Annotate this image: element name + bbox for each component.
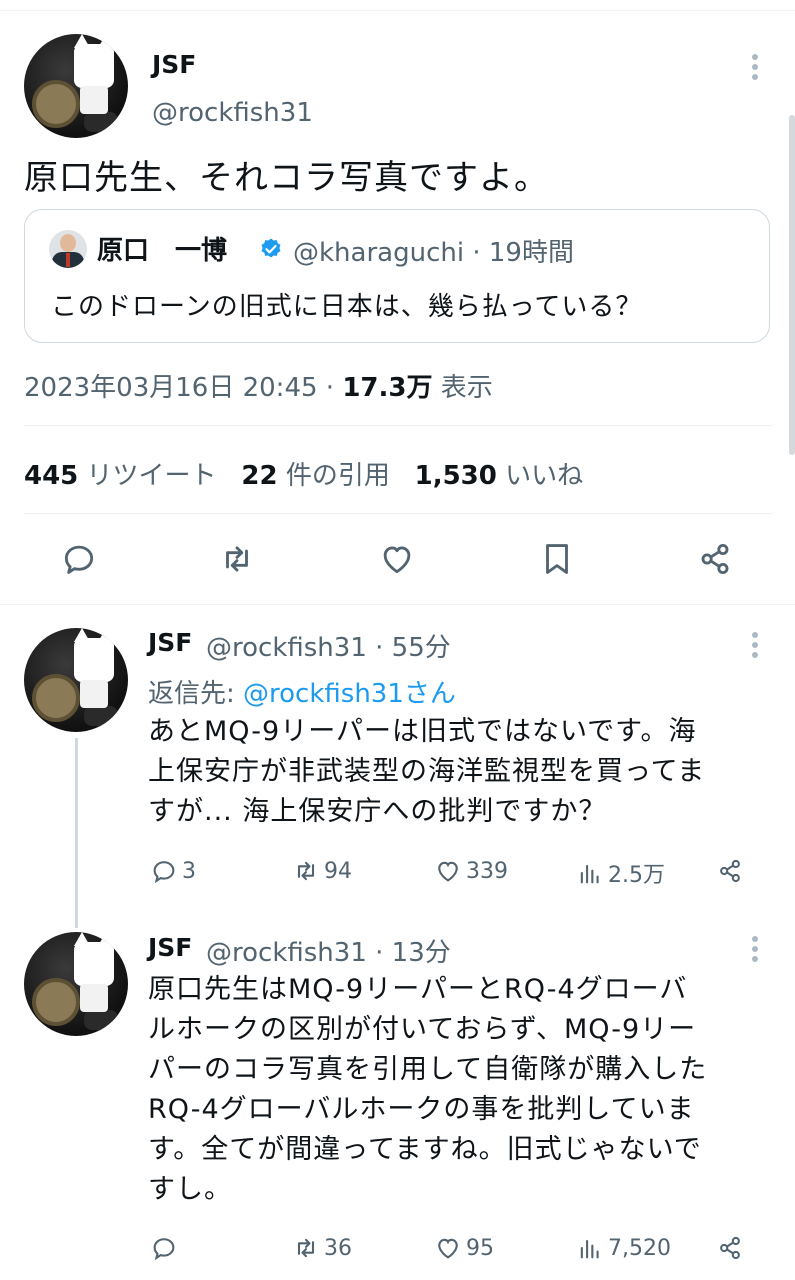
divider [24, 513, 772, 514]
more-options-icon[interactable] [752, 54, 758, 84]
reply-button[interactable]: 3 [150, 857, 196, 885]
like-button[interactable]: 95 [434, 1234, 494, 1262]
top-divider [0, 10, 795, 11]
verified-badge-icon [261, 238, 281, 258]
quotes-stat[interactable]: 22 件の引用 [241, 461, 389, 491]
divider [24, 425, 772, 426]
share-button[interactable] [716, 857, 744, 885]
reply-button[interactable] [150, 1234, 182, 1262]
views-count: 17.3万 [342, 373, 433, 403]
like-icon[interactable] [378, 540, 416, 578]
views-button[interactable]: 2.5万 [576, 857, 665, 889]
quoted-tweet[interactable]: 原口 一博 @kharaguchi · 19時間 このドローンの旧式に日本は、幾… [24, 209, 770, 343]
views-icon [580, 864, 599, 884]
quoted-avatar [49, 230, 87, 268]
reply-avatar[interactable] [24, 628, 128, 732]
quoted-text: このドローンの旧式に日本は、幾ら払っている？ [51, 292, 643, 322]
views-button[interactable]: 7,520 [576, 1234, 671, 1262]
reply-to: 返信先: @rockfish31さん [148, 679, 456, 709]
retweet-count: 94 [324, 858, 352, 884]
like-count: 95 [466, 1235, 494, 1261]
quoted-handle-time: @kharaguchi · 19時間 [293, 238, 574, 268]
retweet-button[interactable]: 94 [292, 857, 352, 885]
more-options-icon[interactable] [752, 632, 758, 662]
likes-stat[interactable]: 1,530 いいね [415, 461, 584, 491]
retweet-count: 36 [324, 1235, 352, 1261]
share-button[interactable] [716, 1234, 744, 1262]
reply-avatar[interactable] [24, 932, 128, 1036]
like-icon [438, 1238, 458, 1259]
reply-to-handle[interactable]: @rockfish31さん [243, 679, 456, 709]
reply-handle-time[interactable]: @rockfish31 · 13分 [206, 932, 451, 969]
divider [0, 604, 795, 605]
tweet-text: 原口先生、それコラ写真ですよ。 [24, 158, 549, 198]
retweets-stat[interactable]: 445 リツイート [24, 461, 217, 491]
bookmark-icon[interactable] [538, 540, 576, 578]
reply-author-name[interactable]: JSF [148, 628, 192, 657]
reply-icon[interactable] [60, 540, 98, 578]
like-button[interactable]: 339 [434, 857, 508, 885]
views-count: 2.5万 [608, 863, 665, 888]
reply-icon [153, 1238, 175, 1261]
share-icon [720, 1236, 740, 1260]
like-count: 339 [466, 858, 508, 884]
reply-author-name[interactable]: JSF [148, 933, 192, 962]
like-icon [438, 861, 458, 882]
quoted-author-name: 原口 一博 [97, 236, 228, 266]
share-icon [720, 859, 740, 883]
author-handle[interactable]: @rockfish31 [152, 98, 313, 128]
retweet-icon[interactable] [218, 540, 256, 578]
thread-connector [75, 738, 78, 928]
views-icon [580, 1239, 599, 1259]
reply-count: 3 [182, 858, 196, 884]
views-label: 表示 [432, 373, 493, 403]
avatar[interactable] [24, 34, 128, 138]
reply-text: あとMQ-9リーパーは旧式ではないです。海 上保安庁が非武装型の海洋監視型を買っ… [148, 716, 706, 827]
retweet-button[interactable]: 36 [292, 1234, 352, 1262]
engagement-stats: 445 リツイート 22 件の引用 1,530 いいね [24, 455, 583, 492]
reply-text: 原口先生はMQ-9リーパーとRQ-4グローバ ルホークの区別が付いておらず、MQ… [148, 974, 708, 1205]
retweet-icon [297, 861, 315, 881]
author-name[interactable]: JSF [152, 50, 196, 79]
scrollbar[interactable] [789, 115, 795, 455]
reply-icon [153, 861, 175, 884]
reply-handle-time[interactable]: @rockfish31 · 55分 [206, 627, 451, 664]
more-options-icon[interactable] [752, 936, 758, 966]
views-count: 7,520 [608, 1235, 671, 1261]
share-icon[interactable] [696, 540, 734, 578]
timestamp-text: 2023年03月16日 20:45 · [24, 373, 343, 403]
retweet-icon [297, 1238, 315, 1258]
tweet-timestamp: 2023年03月16日 20:45 · 17.3万 表示 [24, 367, 493, 404]
